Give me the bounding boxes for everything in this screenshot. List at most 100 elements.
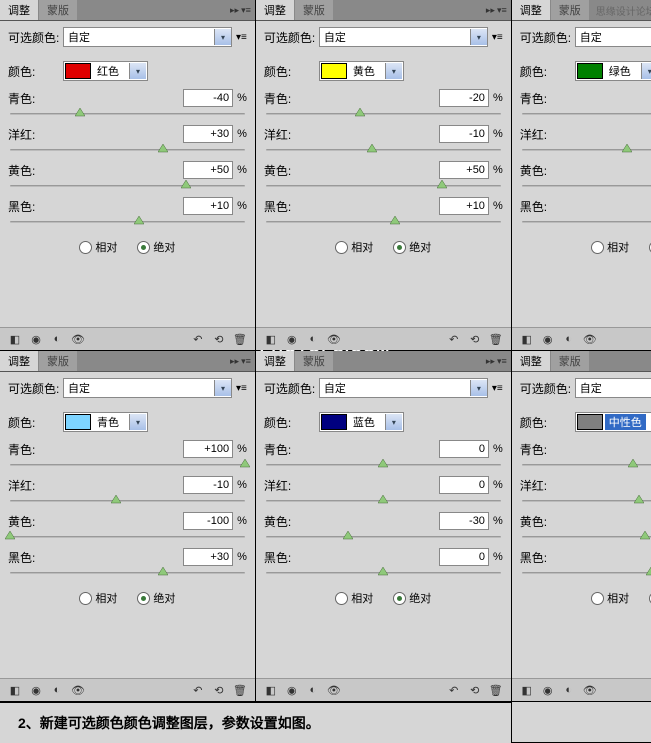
- radio-relative[interactable]: 相对: [79, 239, 117, 255]
- value-input[interactable]: [183, 89, 233, 107]
- slider[interactable]: [10, 458, 245, 474]
- color-dropdown[interactable]: 红色 ▾: [63, 61, 148, 81]
- slider[interactable]: [522, 494, 651, 510]
- slider[interactable]: [266, 566, 501, 582]
- chevron-down-icon[interactable]: ▾: [129, 63, 146, 79]
- preset-input[interactable]: [64, 29, 214, 45]
- value-input[interactable]: [439, 476, 489, 494]
- slider[interactable]: [522, 530, 651, 546]
- collapse-icon[interactable]: ▸▸: [230, 5, 239, 16]
- visibility-icon[interactable]: 👁: [325, 331, 343, 347]
- chevron-down-icon[interactable]: ▾: [385, 63, 402, 79]
- slider[interactable]: [266, 143, 501, 159]
- chevron-down-icon[interactable]: ▾: [129, 414, 146, 430]
- slider[interactable]: [522, 566, 651, 582]
- view-icon[interactable]: ◉: [283, 682, 301, 698]
- back-icon[interactable]: ↶: [189, 682, 207, 698]
- tab-adjust[interactable]: 调整: [256, 351, 294, 371]
- value-input[interactable]: [439, 161, 489, 179]
- slider[interactable]: [10, 566, 245, 582]
- slider[interactable]: [10, 530, 245, 546]
- color-dropdown[interactable]: 黄色 ▾: [319, 61, 404, 81]
- preset-input[interactable]: [320, 380, 470, 396]
- layer-icon[interactable]: ◧: [6, 682, 24, 698]
- slider[interactable]: [266, 458, 501, 474]
- preset-dropdown[interactable]: ▾: [63, 378, 232, 398]
- slider[interactable]: [522, 215, 651, 231]
- radio-relative[interactable]: 相对: [591, 239, 629, 255]
- tab-adjust[interactable]: 调整: [0, 351, 38, 371]
- visibility-icon[interactable]: 👁: [325, 682, 343, 698]
- value-input[interactable]: [439, 440, 489, 458]
- color-dropdown[interactable]: 蓝色 ▾: [319, 412, 404, 432]
- color-dropdown[interactable]: 中性色 ▾: [575, 412, 651, 432]
- slider[interactable]: [266, 530, 501, 546]
- color-dropdown[interactable]: 绿色 ▾: [575, 61, 651, 81]
- slider[interactable]: [10, 107, 245, 123]
- collapse-icon[interactable]: ▸▸: [230, 356, 239, 367]
- preset-dropdown[interactable]: ▾: [63, 27, 232, 47]
- slider[interactable]: [266, 179, 501, 195]
- radio-absolute[interactable]: 绝对: [393, 239, 431, 255]
- tab-masks[interactable]: 蒙版: [39, 0, 77, 20]
- chevron-down-icon[interactable]: ▾: [470, 29, 487, 45]
- trash-icon[interactable]: 🗑: [231, 682, 249, 698]
- trash-icon[interactable]: 🗑: [231, 331, 249, 347]
- view-icon[interactable]: ◉: [539, 331, 557, 347]
- menu-icon[interactable]: ▾≡: [241, 356, 251, 367]
- slider[interactable]: [522, 458, 651, 474]
- value-input[interactable]: [183, 440, 233, 458]
- menu-icon[interactable]: ▾≡: [497, 5, 507, 16]
- back-icon[interactable]: ↶: [445, 331, 463, 347]
- reset-icon[interactable]: ⟲: [210, 331, 228, 347]
- radio-absolute[interactable]: 绝对: [137, 239, 175, 255]
- collapse-icon[interactable]: ▸▸: [486, 5, 495, 16]
- slider[interactable]: [10, 179, 245, 195]
- trash-icon[interactable]: 🗑: [487, 331, 505, 347]
- radio-relative[interactable]: 相对: [79, 590, 117, 606]
- radio-absolute[interactable]: 绝对: [137, 590, 175, 606]
- radio-relative[interactable]: 相对: [591, 590, 629, 606]
- slider[interactable]: [10, 494, 245, 510]
- value-input[interactable]: [183, 548, 233, 566]
- slider[interactable]: [266, 107, 501, 123]
- value-input[interactable]: [439, 512, 489, 530]
- chevron-down-icon[interactable]: ▾: [385, 414, 402, 430]
- value-input[interactable]: [183, 125, 233, 143]
- slider[interactable]: [522, 179, 651, 195]
- view-icon[interactable]: ◉: [539, 682, 557, 698]
- visibility-icon[interactable]: 👁: [581, 331, 599, 347]
- value-input[interactable]: [183, 161, 233, 179]
- value-input[interactable]: [439, 89, 489, 107]
- chevron-down-icon[interactable]: ▾: [641, 63, 651, 79]
- slider[interactable]: [522, 107, 651, 123]
- visibility-icon[interactable]: 👁: [581, 682, 599, 698]
- preset-dropdown[interactable]: ▾: [575, 27, 651, 47]
- tab-masks[interactable]: 蒙版: [295, 351, 333, 371]
- panel-menu-icon[interactable]: ▾≡: [492, 383, 503, 394]
- value-input[interactable]: [183, 476, 233, 494]
- preset-input[interactable]: [576, 29, 651, 45]
- back-icon[interactable]: ↶: [189, 331, 207, 347]
- preset-input[interactable]: [64, 380, 214, 396]
- visibility-icon[interactable]: 👁: [69, 331, 87, 347]
- slider[interactable]: [266, 494, 501, 510]
- value-input[interactable]: [183, 197, 233, 215]
- chevron-down-icon[interactable]: ▾: [214, 29, 231, 45]
- tab-masks[interactable]: 蒙版: [551, 0, 589, 20]
- clip-icon[interactable]: ◐: [48, 331, 66, 347]
- reset-icon[interactable]: ⟲: [210, 682, 228, 698]
- trash-icon[interactable]: 🗑: [487, 682, 505, 698]
- slider[interactable]: [10, 143, 245, 159]
- preset-input[interactable]: [320, 29, 470, 45]
- slider[interactable]: [266, 215, 501, 231]
- panel-menu-icon[interactable]: ▾≡: [492, 32, 503, 43]
- tab-masks[interactable]: 蒙版: [551, 351, 589, 371]
- view-icon[interactable]: ◉: [27, 682, 45, 698]
- clip-icon[interactable]: ◐: [304, 682, 322, 698]
- preset-dropdown[interactable]: ▾: [319, 378, 488, 398]
- layer-icon[interactable]: ◧: [262, 682, 280, 698]
- collapse-icon[interactable]: ▸▸: [486, 356, 495, 367]
- view-icon[interactable]: ◉: [27, 331, 45, 347]
- value-input[interactable]: [439, 197, 489, 215]
